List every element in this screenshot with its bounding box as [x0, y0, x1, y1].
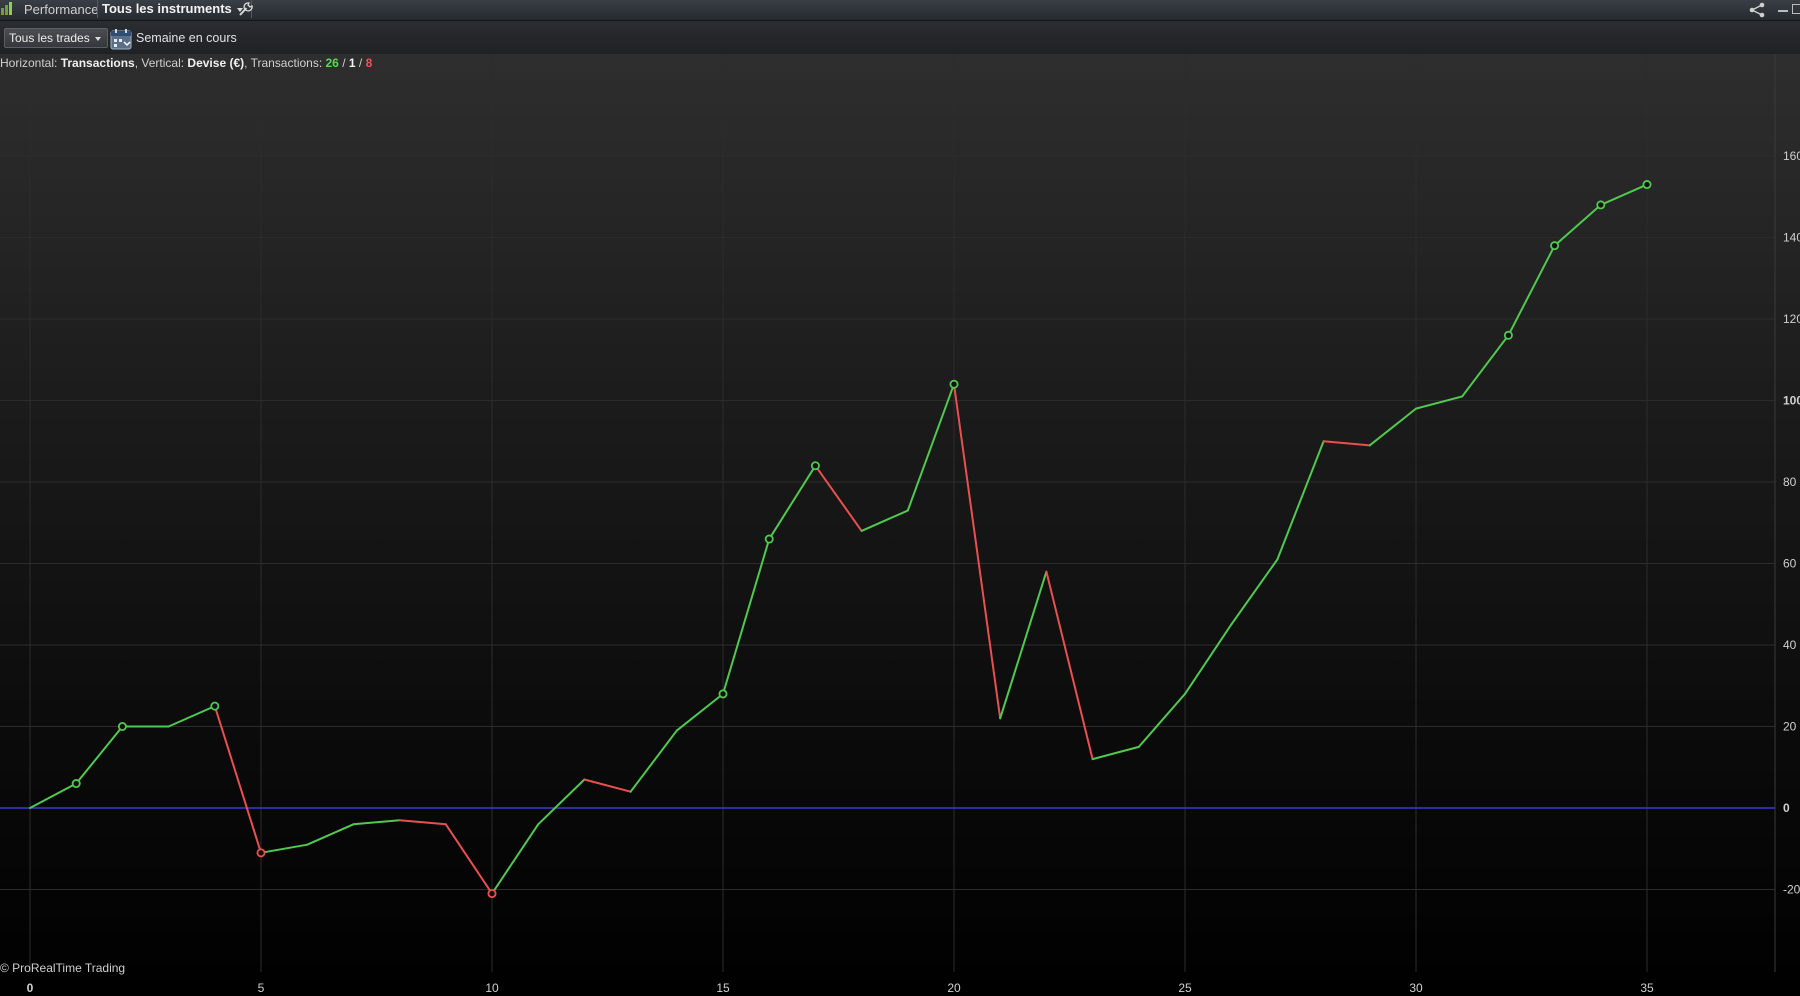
horizontal-prefix: Horizontal: — [0, 56, 61, 70]
equity-point[interactable] — [117, 722, 127, 732]
equity-segment — [75, 725, 124, 785]
calendar-icon[interactable] — [110, 28, 132, 50]
chevron-down-icon — [94, 36, 101, 41]
equity-segment — [1599, 183, 1648, 206]
equity-segment — [583, 778, 632, 793]
equity-point[interactable] — [1503, 330, 1513, 340]
wrench-icon[interactable] — [237, 1, 255, 18]
horizontal-axis-value: Transactions — [60, 56, 135, 70]
equity-segment — [352, 819, 401, 826]
equity-segment — [1137, 692, 1186, 748]
equity-point[interactable] — [71, 779, 81, 789]
equity-point[interactable] — [1550, 241, 1560, 251]
equity-segment — [1276, 440, 1325, 561]
equity-segment — [1230, 558, 1279, 626]
equity-segment — [1368, 407, 1417, 447]
equity-segment — [1322, 440, 1371, 447]
x-tick-label: 30 — [1409, 981, 1423, 995]
vertical-axis-value: Devise (€) — [187, 56, 245, 70]
y-tick-label: 0 — [1783, 801, 1790, 815]
x-tick-label: 35 — [1640, 981, 1654, 995]
transactions-prefix: , Transactions: — [244, 56, 326, 70]
equity-point[interactable] — [256, 848, 266, 858]
trades-filter-label: Tous les trades — [9, 31, 90, 45]
restore-icon[interactable] — [1792, 4, 1800, 14]
equity-segment — [1461, 334, 1510, 398]
separator: / — [355, 56, 366, 70]
equity-segment — [1415, 395, 1464, 410]
x-tick-label: 0 — [27, 981, 34, 995]
equity-segment — [675, 692, 724, 732]
y-axis-labels: -20 0 20 40 60 80 100 120 140 160 — [1783, 149, 1800, 897]
separator: / — [338, 56, 349, 70]
x-tick-label: 15 — [716, 981, 730, 995]
y-tick-label: 20 — [1783, 720, 1797, 734]
y-tick-label: 40 — [1783, 638, 1797, 652]
equity-segment — [906, 383, 955, 512]
app-icon — [0, 2, 16, 16]
x-tick-label: 5 — [258, 981, 265, 995]
equity-point[interactable] — [810, 461, 820, 471]
equity-point[interactable] — [764, 534, 774, 544]
minimize-icon[interactable] — [1778, 10, 1788, 12]
neutral-count: 1 — [348, 56, 356, 70]
chart-info-line: Horizontal: Transactions, Vertical: Devi… — [0, 56, 372, 70]
equity-point[interactable] — [487, 889, 497, 899]
y-tick-label: 140 — [1783, 231, 1800, 245]
equity-segment — [860, 509, 909, 532]
equity-segment — [1507, 244, 1556, 337]
equity-segment — [722, 538, 771, 695]
equity-line — [29, 183, 1648, 895]
chart-canvas: -20 0 20 40 60 80 100 120 140 160 0 5 10 15 20 25 30 35 — [0, 54, 1800, 995]
y-tick-label: 100 — [1783, 394, 1800, 408]
x-axis-labels: 0 5 10 15 20 25 30 35 — [27, 981, 1654, 995]
y-tick-label: -20 — [1783, 883, 1800, 897]
toolbar: Tous les trades Semaine en cours — [0, 21, 1800, 54]
period-label: Semaine en cours — [136, 31, 237, 45]
title-bar: Performance Tous les instruments — [0, 0, 1800, 21]
equity-segment — [1091, 745, 1140, 761]
winning-count: 26 — [325, 56, 339, 70]
equity-chart[interactable]: -20 0 20 40 60 80 100 120 140 160 0 5 10 15 20 25 30 35 … — [0, 54, 1800, 996]
equity-segment — [1045, 570, 1094, 761]
equity-segment — [306, 823, 355, 846]
equity-segment — [491, 823, 540, 895]
x-tick-label: 20 — [947, 981, 961, 995]
equity-point[interactable] — [1596, 200, 1606, 210]
equity-segment — [1553, 203, 1602, 247]
window-title: Performance — [24, 2, 99, 17]
equity-point[interactable] — [210, 701, 220, 711]
equity-point[interactable] — [1642, 180, 1652, 190]
x-tick-label: 25 — [1178, 981, 1192, 995]
equity-segment — [1184, 623, 1233, 695]
equity-segment — [444, 823, 493, 895]
chart-grid — [0, 54, 1775, 972]
y-tick-label: 60 — [1783, 557, 1797, 571]
y-tick-label: 80 — [1783, 475, 1797, 489]
vertical-prefix: , Vertical: — [134, 56, 188, 70]
equity-segment — [629, 729, 678, 793]
instrument-dropdown[interactable]: Tous les instruments — [97, 0, 252, 18]
equity-segment — [953, 383, 1002, 720]
equity-segment — [814, 464, 863, 532]
x-tick-label: 10 — [485, 981, 499, 995]
instrument-dropdown-label: Tous les instruments — [102, 1, 232, 16]
equity-segment — [213, 705, 262, 854]
losing-count: 8 — [365, 56, 373, 70]
equity-markers — [71, 180, 1652, 899]
equity-segment — [768, 464, 817, 541]
y-tick-label: 160 — [1783, 149, 1800, 163]
copyright-notice: © ProRealTime Trading — [0, 961, 126, 975]
equity-segment — [260, 843, 309, 854]
share-icon[interactable] — [1748, 1, 1766, 18]
y-tick-label: 120 — [1783, 312, 1800, 326]
equity-segment — [398, 819, 447, 826]
equity-segment — [29, 782, 78, 809]
equity-segment — [537, 778, 586, 826]
trades-filter-dropdown[interactable]: Tous les trades — [4, 28, 108, 48]
equity-point[interactable] — [949, 379, 959, 389]
equity-segment — [167, 705, 216, 728]
equity-point[interactable] — [718, 689, 728, 699]
